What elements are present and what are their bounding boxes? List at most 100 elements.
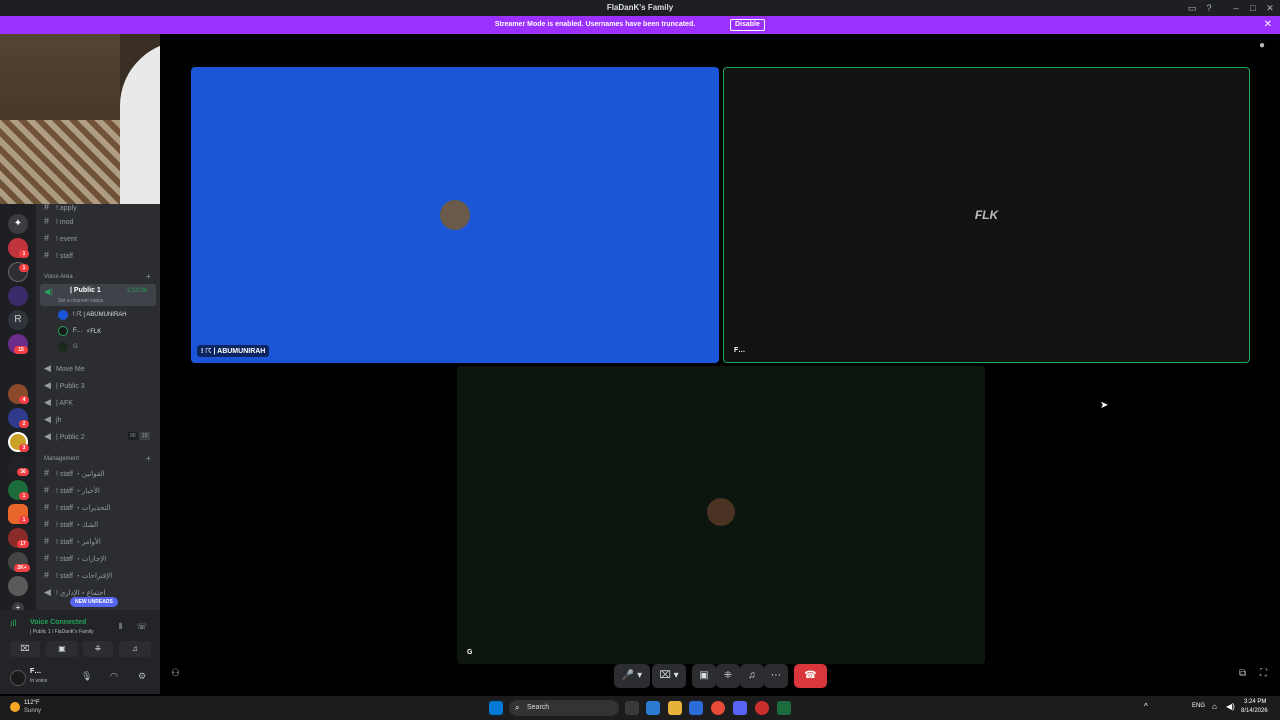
volume-icon[interactable]: ◀) (1226, 702, 1235, 711)
server-icon[interactable]: R (8, 310, 28, 330)
chrome-icon[interactable] (711, 701, 725, 715)
close-window-button[interactable]: ✕ (1263, 2, 1277, 14)
channel-item[interactable]: # ! mod (44, 214, 73, 228)
add-channel-icon[interactable]: + (146, 272, 151, 281)
popout-icon[interactable]: ⧉ (1239, 668, 1246, 679)
file-explorer-icon[interactable] (668, 701, 682, 715)
member-avatar (58, 326, 68, 336)
leave-call-button[interactable]: ☎ (794, 664, 827, 688)
fullscreen-icon[interactable]: ⛶ (1260, 668, 1267, 679)
add-channel-icon[interactable]: + (146, 454, 151, 463)
participant-logo: FLK (974, 208, 999, 222)
soundboard-button[interactable]: ♫ (119, 641, 151, 657)
more-icon[interactable]: ⋯ (764, 664, 788, 688)
server-icon[interactable] (8, 576, 28, 596)
new-unreads-pill[interactable]: NEW UNREADS (70, 597, 118, 607)
network-icon[interactable]: ⌂ (1212, 702, 1217, 711)
category-voice-area[interactable]: Voice Area (44, 274, 73, 280)
channel-item[interactable]: # ! staff ・القوانين (44, 466, 104, 480)
notification-badge: 1 (19, 264, 29, 272)
chat-icon[interactable]: ● (1259, 40, 1265, 51)
channel-label: ! mod (55, 219, 74, 226)
server-icon[interactable]: ✦ (8, 214, 28, 234)
copilot-icon[interactable] (646, 701, 660, 715)
activities-button[interactable]: ⁜ (83, 641, 113, 657)
sun-icon (10, 702, 20, 712)
user-limit: 10 (140, 432, 150, 440)
voice-detail[interactable]: | Public 1 / FlaDanK's Family (30, 629, 94, 635)
screen-share-button[interactable]: ▣ (46, 641, 78, 657)
weather-temp[interactable]: 112°F (24, 700, 40, 706)
camera-button[interactable]: ⌧ ▾ (652, 664, 686, 688)
clock-time[interactable]: 3:24 PM (1244, 699, 1266, 705)
obs-icon[interactable] (755, 701, 769, 715)
member-name[interactable]: ! ☈ | ABUMUNIRAH (73, 311, 127, 318)
member-name[interactable]: F… (73, 328, 83, 334)
activities-icon[interactable]: ⁜ (716, 664, 740, 688)
headphones-icon[interactable]: ◠ (110, 671, 118, 682)
voice-channel-item[interactable]: ◀ | Public 2 00 10 (44, 429, 154, 443)
channel-item[interactable]: # ! staff ・الأوامر (44, 534, 101, 548)
taskbar-search[interactable]: ⌕ Search (509, 700, 619, 716)
windows-start-icon[interactable] (489, 701, 503, 715)
avatar[interactable] (10, 670, 26, 686)
channel-item[interactable]: # ! apply (44, 204, 77, 214)
voice-channel-item[interactable]: ◀ Move Me (44, 361, 85, 375)
category-management[interactable]: Management (44, 456, 79, 462)
inbox-icon[interactable]: ▭ (1185, 2, 1199, 14)
microphone-icon[interactable]: 🎙 (81, 671, 92, 682)
participant-tile-speaking[interactable]: FLK F… (723, 67, 1250, 363)
server-icon[interactable] (8, 360, 28, 380)
speaker-icon: ◀ (44, 380, 51, 390)
channel-status-hint[interactable]: Set a channel status (58, 298, 103, 304)
search-icon: ⌕ (515, 703, 520, 712)
voice-status[interactable]: Voice Connected (30, 619, 86, 626)
participant-name: G (467, 649, 473, 656)
participant-tile-g[interactable]: G (457, 366, 985, 664)
channel-item[interactable]: # ! staff ・التحذيرات (44, 500, 111, 514)
channel-item[interactable]: # ! staff ・الإقتراحات (44, 568, 112, 582)
soundboard-icon[interactable]: ♫ (740, 664, 764, 688)
invite-icon[interactable]: ⚇ (171, 668, 180, 679)
notification-badge: 17 (17, 540, 29, 548)
channel-label: ! staff ・القوانين (55, 471, 105, 478)
server-icon[interactable] (8, 286, 28, 306)
weather-desc[interactable]: Sunny (24, 708, 41, 714)
discord-icon[interactable] (733, 701, 747, 715)
user-count: 00 (128, 432, 138, 440)
participant-tile-abumunirah[interactable]: ! ☈ | ABUMUNIRAH (191, 67, 719, 363)
voice-channel-item[interactable]: ◀ | AFK (44, 395, 73, 409)
notification-badge: 15 (14, 346, 28, 354)
camera-off-button[interactable]: ⌧ (10, 641, 40, 657)
disable-streamer-mode-button[interactable]: Disable (730, 19, 765, 31)
disconnect-icon[interactable]: ☏ (137, 622, 147, 631)
mute-button[interactable]: 🎤 ▾ (614, 664, 650, 688)
channel-item[interactable]: # ! staff ・الإجازات (44, 551, 106, 565)
voice-channel-item[interactable]: ◀ | Public 3 (44, 378, 85, 392)
maximize-button[interactable]: □ (1246, 2, 1260, 14)
streamer-mode-banner: Streamer Mode is enabled. Usernames have… (0, 16, 1280, 34)
language-indicator[interactable]: ENG (1192, 703, 1205, 709)
voice-channel-item[interactable]: ◀ jh (44, 412, 61, 426)
clock-date[interactable]: 8/14/2026 (1241, 708, 1268, 714)
channel-public1-selected[interactable]: ◀) | Public 1 2:10:34 Set a channel stat… (40, 284, 156, 306)
speaker-icon: ◀) (44, 287, 53, 296)
store-icon[interactable] (689, 701, 703, 715)
member-name[interactable]: G (73, 344, 78, 350)
noise-suppression-icon[interactable]: ⫴ (119, 622, 122, 632)
chevron-up-icon[interactable]: ^ (1144, 702, 1148, 711)
help-icon[interactable]: ? (1202, 2, 1216, 14)
notification-badge: 1 (19, 492, 29, 500)
task-view-icon[interactable] (625, 701, 639, 715)
gear-icon[interactable]: ⚙ (138, 671, 146, 682)
channel-item[interactable]: # ! staff (44, 248, 73, 262)
minimize-button[interactable]: – (1229, 2, 1243, 14)
hash-icon: # (44, 519, 50, 529)
screen-share-icon[interactable]: ▣ (692, 664, 716, 688)
channel-item[interactable]: # ! staff ・الأخبار (44, 483, 100, 497)
channel-item[interactable]: # ! event (44, 231, 77, 245)
close-icon[interactable]: ✕ (1264, 19, 1272, 30)
channel-item[interactable]: # ! staff ・الشك (44, 517, 98, 531)
channel-label: ! staff (55, 253, 73, 260)
excel-icon[interactable] (777, 701, 791, 715)
